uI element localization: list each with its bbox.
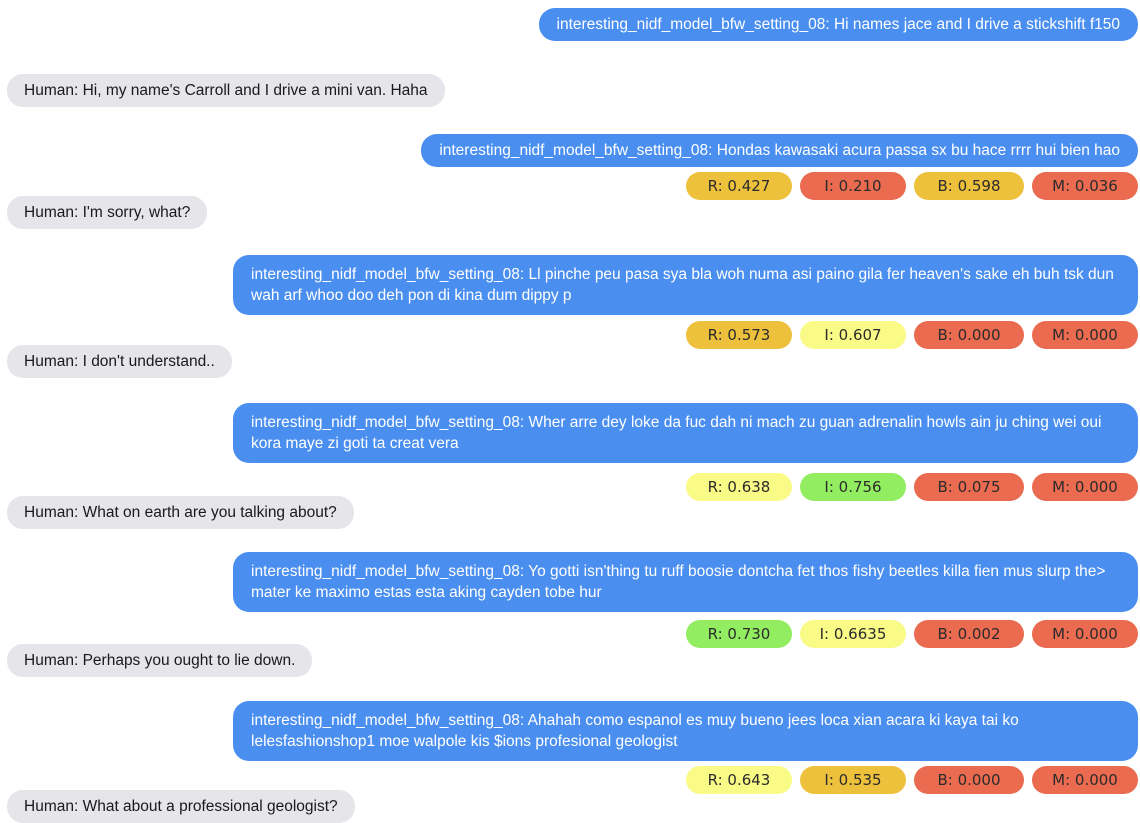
- human-message: Human: What about a professional geologi…: [7, 790, 355, 823]
- m-score-badge: M: 0.000: [1032, 766, 1138, 794]
- bot-message: interesting_nidf_model_bfw_setting_08: H…: [421, 134, 1138, 167]
- score-row: R: 0.730 I: 0.6635 B: 0.002 M: 0.000: [686, 620, 1138, 648]
- relevance-score-badge: R: 0.638: [686, 473, 792, 501]
- bot-message: interesting_nidf_model_bfw_setting_08: Y…: [233, 552, 1138, 612]
- bot-message: interesting_nidf_model_bfw_setting_08: L…: [233, 255, 1138, 315]
- interestingness-score-badge: I: 0.210: [800, 172, 906, 200]
- score-row: R: 0.573 I: 0.607 B: 0.000 M: 0.000: [686, 321, 1138, 349]
- chat-transcript: interesting_nidf_model_bfw_setting_08: H…: [0, 0, 1140, 823]
- m-score-badge: M: 0.000: [1032, 620, 1138, 648]
- relevance-score-badge: R: 0.573: [686, 321, 792, 349]
- b-score-badge: B: 0.002: [914, 620, 1024, 648]
- b-score-badge: B: 0.000: [914, 766, 1024, 794]
- relevance-score-badge: R: 0.730: [686, 620, 792, 648]
- b-score-badge: B: 0.075: [914, 473, 1024, 501]
- b-score-badge: B: 0.598: [914, 172, 1024, 200]
- interestingness-score-badge: I: 0.607: [800, 321, 906, 349]
- human-message: Human: Perhaps you ought to lie down.: [7, 644, 313, 677]
- m-score-badge: M: 0.000: [1032, 321, 1138, 349]
- human-message: Human: Hi, my name's Carroll and I drive…: [7, 74, 445, 107]
- human-message: Human: What on earth are you talking abo…: [7, 496, 354, 529]
- human-message: Human: I don't understand..: [7, 345, 232, 378]
- bot-message: interesting_nidf_model_bfw_setting_08: H…: [538, 8, 1138, 41]
- interestingness-score-badge: I: 0.535: [800, 766, 906, 794]
- bot-message: interesting_nidf_model_bfw_setting_08: W…: [233, 403, 1138, 463]
- relevance-score-badge: R: 0.427: [686, 172, 792, 200]
- interestingness-score-badge: I: 0.756: [800, 473, 906, 501]
- score-row: R: 0.427 I: 0.210 B: 0.598 M: 0.036: [686, 172, 1138, 200]
- m-score-badge: M: 0.036: [1032, 172, 1138, 200]
- b-score-badge: B: 0.000: [914, 321, 1024, 349]
- human-message: Human: I'm sorry, what?: [7, 196, 208, 229]
- bot-message: interesting_nidf_model_bfw_setting_08: A…: [233, 701, 1138, 761]
- m-score-badge: M: 0.000: [1032, 473, 1138, 501]
- score-row: R: 0.638 I: 0.756 B: 0.075 M: 0.000: [686, 473, 1138, 501]
- relevance-score-badge: R: 0.643: [686, 766, 792, 794]
- score-row: R: 0.643 I: 0.535 B: 0.000 M: 0.000: [686, 766, 1138, 794]
- interestingness-score-badge: I: 0.6635: [800, 620, 906, 648]
